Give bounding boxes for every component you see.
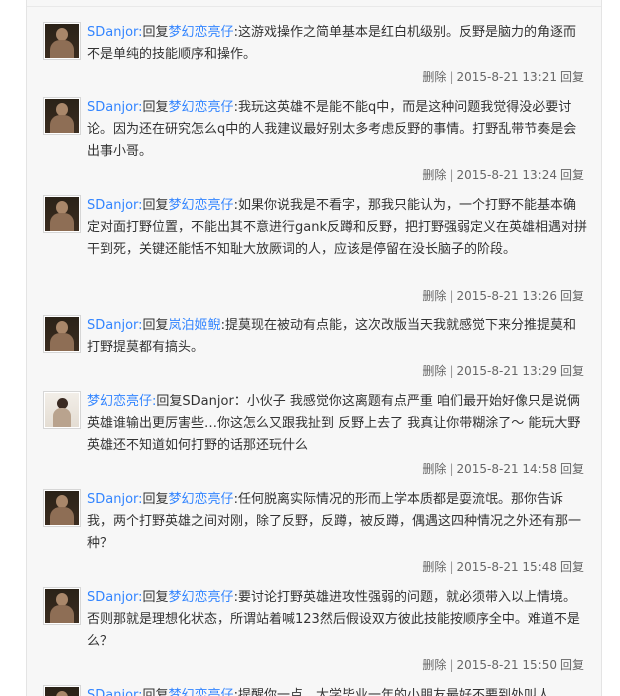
avatar[interactable] [43, 195, 81, 233]
avatar-image [45, 197, 79, 231]
separator: | [449, 168, 454, 182]
reply-meta: 删除 | 2015-8-21 15:50 回复 [422, 657, 584, 673]
reply-button[interactable]: 回复 [560, 462, 584, 476]
timestamp: 2015-8-21 13:26 [456, 289, 557, 303]
delete-link[interactable]: 删除 [422, 462, 446, 476]
reply-content: SDanjor:回复梦幻恋亮仔:提醒你一点，大学毕业一年的小朋友最好不要到处叫人 [87, 685, 587, 696]
reply-content: SDanjor:回复梦幻恋亮仔:要讨论打野英雄进攻性强弱的问题，就必须带入以上情… [87, 587, 587, 653]
delete-link[interactable]: 删除 [422, 168, 446, 182]
reply-label: 回复 [142, 688, 169, 696]
timestamp: 2015-8-21 15:50 [456, 658, 557, 672]
author-link[interactable]: SDanjor: [87, 688, 143, 696]
reply-target-link[interactable]: 梦幻恋亮仔 [169, 688, 234, 696]
reply-meta: 删除 | 2015-8-21 13:21 回复 [422, 69, 584, 85]
separator: | [449, 70, 454, 84]
reply-meta: 删除 | 2015-8-21 13:26 回复 [422, 288, 584, 304]
reply-target-link[interactable]: 梦幻恋亮仔 [169, 492, 234, 507]
separator: | [449, 560, 454, 574]
timestamp: 2015-8-21 13:21 [456, 70, 557, 84]
reply-target-link[interactable]: 梦幻恋亮仔 [169, 590, 234, 605]
reply-content: SDanjor:回复梦幻恋亮仔:任何脱离实际情况的形而上学本质都是耍流氓。那你告… [87, 489, 587, 555]
delete-link[interactable]: 删除 [422, 289, 446, 303]
avatar[interactable] [43, 587, 81, 625]
delete-link[interactable]: 删除 [422, 70, 446, 84]
timestamp: 2015-8-21 15:48 [456, 560, 557, 574]
timestamp: 2015-8-21 14:58 [456, 462, 557, 476]
reply-target-link[interactable]: 梦幻恋亮仔 [169, 100, 234, 115]
avatar-image [45, 24, 79, 58]
reply-button[interactable]: 回复 [560, 560, 584, 574]
reply-text: :提醒你一点，大学毕业一年的小朋友最好不要到处叫人 [233, 688, 550, 696]
reply-button[interactable]: 回复 [560, 70, 584, 84]
separator: | [449, 658, 454, 672]
delete-link[interactable]: 删除 [422, 364, 446, 378]
reply-target-link[interactable]: 梦幻恋亮仔 [169, 25, 234, 40]
reply-label: 回复 [142, 198, 169, 213]
avatar-image [45, 491, 79, 525]
reply-target-link[interactable]: 岚泊姬鲵 [169, 318, 221, 333]
author-link[interactable]: SDanjor: [87, 590, 143, 605]
author-link[interactable]: 梦幻恋亮仔: [87, 394, 156, 409]
reply-button[interactable]: 回复 [560, 289, 584, 303]
reply-label: 回复 [142, 100, 169, 115]
delete-link[interactable]: 删除 [422, 560, 446, 574]
reply-label: 回复 [156, 394, 183, 409]
reply-content: 梦幻恋亮仔:回复SDanjor：小伙子 我感觉你这离题有点严重 咱们最开始好像只… [87, 391, 587, 457]
reply-content: SDanjor:回复岚泊姬鲵:提莫现在被动有点能，这次改版当天我就感觉下来分推提… [87, 315, 587, 359]
separator: | [449, 289, 454, 303]
reply-label: 回复 [142, 590, 169, 605]
reply-meta: 删除 | 2015-8-21 13:24 回复 [422, 167, 584, 183]
avatar-image [45, 317, 79, 351]
reply-button[interactable]: 回复 [560, 168, 584, 182]
avatar-image [45, 99, 79, 133]
reply-meta: 删除 | 2015-8-21 13:29 回复 [422, 363, 584, 379]
author-link[interactable]: SDanjor: [87, 318, 143, 333]
reply-button[interactable]: 回复 [560, 364, 584, 378]
separator: | [449, 462, 454, 476]
reply-label: 回复 [142, 492, 169, 507]
reply-label: 回复 [142, 318, 169, 333]
separator: | [449, 364, 454, 378]
avatar[interactable] [43, 685, 81, 696]
timestamp: 2015-8-21 13:29 [456, 364, 557, 378]
avatar[interactable] [43, 22, 81, 60]
author-link[interactable]: SDanjor: [87, 100, 143, 115]
reply-label: 回复 [142, 25, 169, 40]
reply-meta: 删除 | 2015-8-21 14:58 回复 [422, 461, 584, 477]
reply-content: SDanjor:回复梦幻恋亮仔:如果你说我是不看字，那我只能认为，一个打野不能基… [87, 195, 587, 261]
timestamp: 2015-8-21 13:24 [456, 168, 557, 182]
avatar[interactable] [43, 315, 81, 353]
avatar-image [45, 589, 79, 623]
avatar-image [45, 393, 79, 427]
avatar-image [45, 687, 79, 696]
author-link[interactable]: SDanjor: [87, 492, 143, 507]
divider [27, 6, 601, 7]
author-link[interactable]: SDanjor: [87, 198, 143, 213]
author-link[interactable]: SDanjor: [87, 25, 143, 40]
avatar[interactable] [43, 391, 81, 429]
reply-meta: 删除 | 2015-8-21 15:48 回复 [422, 559, 584, 575]
reply-list-panel: SDanjor:回复梦幻恋亮仔:这游戏操作之简单基本是红白机级别。反野是脑力的角… [26, 0, 602, 696]
avatar[interactable] [43, 489, 81, 527]
reply-target-text: SDanjor [182, 394, 234, 409]
reply-button[interactable]: 回复 [560, 658, 584, 672]
reply-content: SDanjor:回复梦幻恋亮仔:这游戏操作之简单基本是红白机级别。反野是脑力的角… [87, 22, 587, 66]
avatar[interactable] [43, 97, 81, 135]
delete-link[interactable]: 删除 [422, 658, 446, 672]
reply-content: SDanjor:回复梦幻恋亮仔:我玩这英雄不是能不能q中，而是这种问题我觉得没必… [87, 97, 587, 163]
reply-target-link[interactable]: 梦幻恋亮仔 [169, 198, 234, 213]
